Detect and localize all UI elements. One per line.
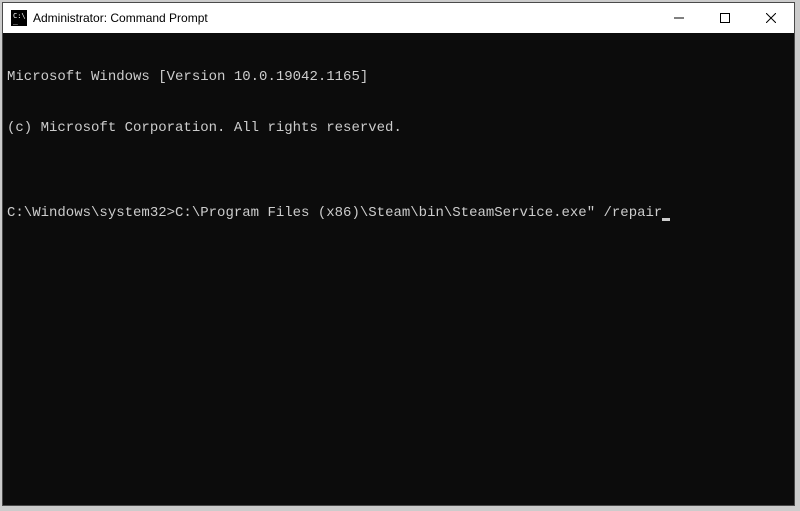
terminal-area[interactable]: Microsoft Windows [Version 10.0.19042.11…	[3, 33, 794, 505]
terminal-prompt-line: C:\Windows\system32>C:\Program Files (x8…	[7, 205, 790, 222]
minimize-button[interactable]	[656, 3, 702, 33]
minimize-icon	[674, 13, 684, 23]
maximize-button[interactable]	[702, 3, 748, 33]
window-title: Administrator: Command Prompt	[33, 11, 656, 25]
prompt-text: C:\Windows\system32>	[7, 205, 175, 221]
close-icon	[766, 13, 776, 23]
window-controls	[656, 3, 794, 33]
titlebar[interactable]: Administrator: Command Prompt	[3, 3, 794, 33]
maximize-icon	[720, 13, 730, 23]
terminal-output-line: Microsoft Windows [Version 10.0.19042.11…	[7, 69, 790, 86]
terminal-output-line: (c) Microsoft Corporation. All rights re…	[7, 120, 790, 137]
app-icon	[11, 10, 27, 26]
command-text: C:\Program Files (x86)\Steam\bin\SteamSe…	[175, 205, 662, 221]
command-prompt-window: Administrator: Command Prompt Microsoft	[2, 2, 795, 506]
close-button[interactable]	[748, 3, 794, 33]
cursor	[662, 218, 670, 221]
